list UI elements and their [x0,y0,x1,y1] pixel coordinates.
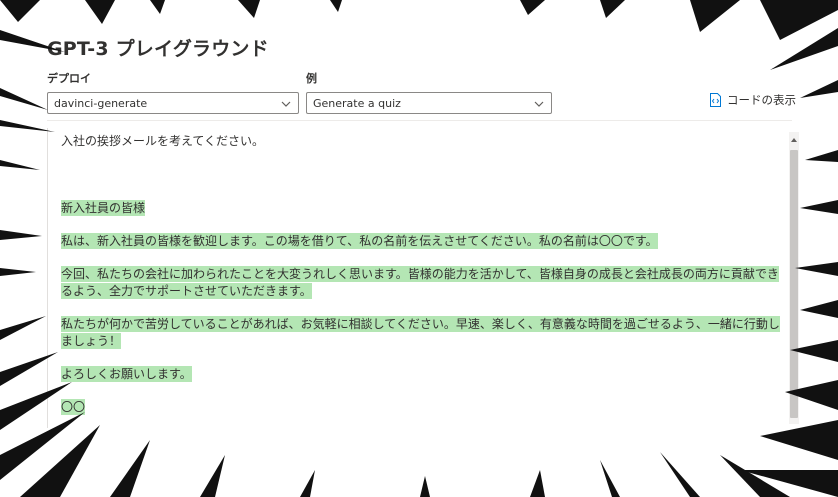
completion-paragraph: よろしくお願いします。 [61,366,192,382]
completion-text: 新入社員の皆様 私は、新入社員の皆様を歓迎します。この場を借りて、私の名前を伝え… [61,200,781,428]
view-code-label: コードの表示 [727,93,796,107]
deploy-value: davinci-generate [54,97,148,110]
chevron-down-icon [281,101,291,107]
chevron-down-icon [534,101,544,107]
scroll-up-arrow-icon[interactable] [789,134,799,146]
deploy-dropdown[interactable]: davinci-generate [47,92,299,114]
header-divider [47,120,792,121]
deploy-label: デプロイ [47,72,91,85]
completion-paragraph: 今回、私たちの会社に加わられたことを大変うれしく思います。皆様の能力を活かして、… [61,266,779,299]
example-value: Generate a quiz [313,97,401,110]
completion-paragraph: 私たちが何かで苦労していることがあれば、お気軽に相談してください。早速、楽しく、… [61,316,780,349]
page-title: GPT-3 プレイグラウンド [47,38,269,60]
example-dropdown[interactable]: Generate a quiz [306,92,552,114]
completion-paragraph: 〇〇 [61,399,86,415]
prompt-text: 入社の挨拶メールを考えてください。 [61,134,265,148]
view-code-button[interactable]: コードの表示 [709,92,796,108]
completion-paragraph: 新入社員の皆様 [61,200,146,216]
prompt-editor[interactable]: 入社の挨拶メールを考えてください。 新入社員の皆様 私は、新入社員の皆様を歓迎し… [47,128,792,428]
example-label: 例 [306,72,317,85]
completion-paragraph: 私は、新入社員の皆様を歓迎します。この場を借りて、私の名前を伝えさせてください。… [61,233,658,249]
editor-scrollbar-thumb[interactable] [790,150,798,418]
code-file-icon [710,93,721,107]
